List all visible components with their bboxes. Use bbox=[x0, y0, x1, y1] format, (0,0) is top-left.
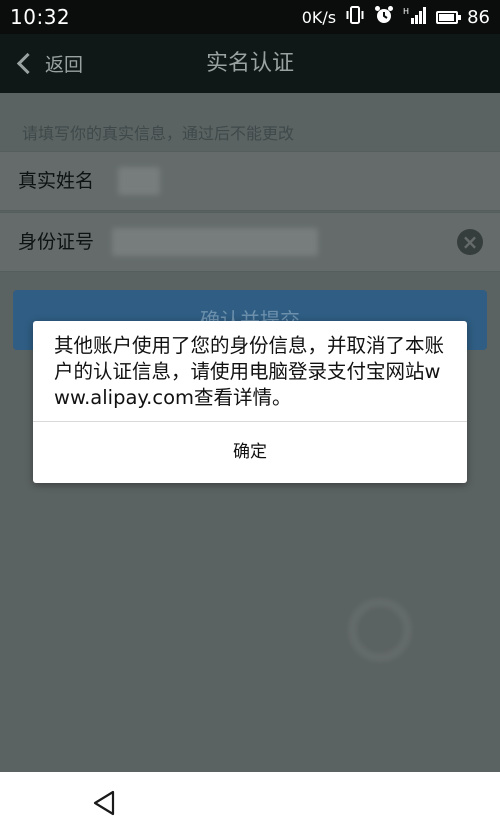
name-field[interactable] bbox=[118, 167, 160, 195]
id-label: 身份证号 bbox=[18, 231, 95, 253]
back-label: 返回 bbox=[45, 54, 84, 76]
alert-dialog: 其他账户使用了您的身份信息，并取消了本账户的认证信息，请使用电脑登录支付宝网站w… bbox=[33, 321, 467, 483]
title-bar: 实名认证 返回 bbox=[0, 34, 500, 93]
dialog-ok-button[interactable]: 确定 bbox=[33, 422, 467, 483]
clear-icon[interactable]: × bbox=[457, 229, 483, 255]
chevron-left-icon bbox=[16, 52, 39, 75]
svg-text:H: H bbox=[403, 7, 409, 16]
status-time: 10:32 bbox=[10, 5, 71, 29]
alarm-icon bbox=[374, 5, 394, 30]
signal-icon: H bbox=[403, 6, 427, 29]
loading-spinner-icon bbox=[348, 598, 412, 662]
status-icons: 0K/s H 86 bbox=[302, 5, 490, 30]
nav-back-icon[interactable] bbox=[89, 788, 119, 818]
dialog-message: 其他账户使用了您的身份信息，并取消了本账户的认证信息，请使用电脑登录支付宝网站w… bbox=[54, 334, 445, 409]
name-label: 真实姓名 bbox=[18, 170, 95, 192]
name-row: 真实姓名 bbox=[0, 151, 500, 211]
back-button[interactable]: 返回 bbox=[16, 34, 83, 93]
battery-level: 86 bbox=[467, 6, 490, 28]
vibrate-icon bbox=[345, 5, 365, 29]
status-bar: 10:32 0K/s H 86 bbox=[0, 0, 500, 34]
navigation-bar bbox=[0, 772, 500, 833]
net-speed: 0K/s bbox=[301, 7, 337, 27]
form-hint: 请填写你的真实信息，通过后不能更改 bbox=[22, 124, 295, 143]
id-number-field[interactable] bbox=[112, 228, 318, 256]
battery-icon bbox=[436, 10, 462, 24]
id-row: 身份证号 × bbox=[0, 212, 500, 272]
